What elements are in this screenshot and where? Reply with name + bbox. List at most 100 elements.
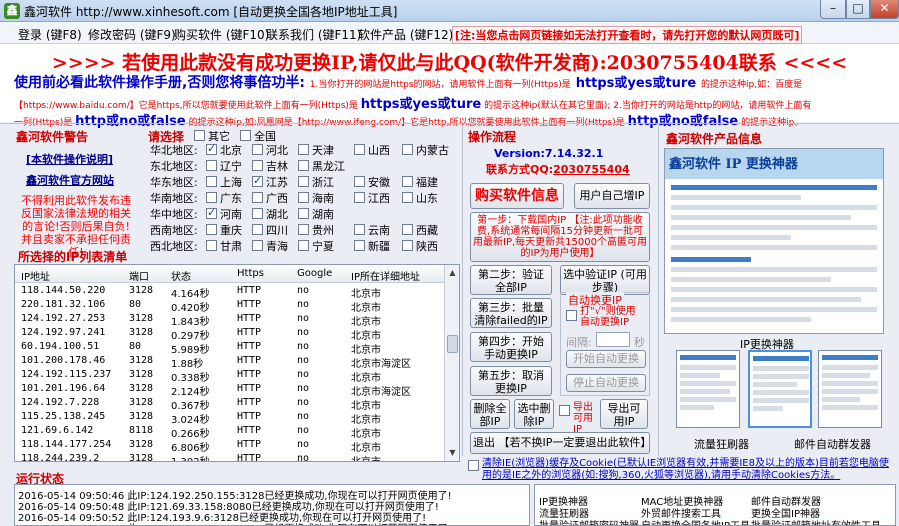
checkbox[interactable] — [354, 176, 365, 187]
scroll-up-icon[interactable]: ▲ — [445, 265, 459, 281]
region-option[interactable]: 北京 — [206, 142, 242, 158]
stop-auto-button[interactable]: 停止自动更换 — [566, 374, 646, 392]
clear-cache-checkbox[interactable] — [468, 459, 482, 473]
interval-input[interactable] — [596, 332, 630, 347]
scroll-thumb[interactable] — [447, 335, 458, 353]
checkbox[interactable] — [252, 192, 263, 203]
ip-table-scrollbar[interactable]: ▲ ▼ — [444, 265, 459, 461]
table-row[interactable]: 118.144.177.254 3128 6.806秒 HTTP no 北京市 — [15, 438, 445, 454]
menu-products[interactable]: 软件产品 (键F12) — [358, 26, 453, 43]
region-option[interactable]: 湖南 — [298, 206, 334, 222]
col-https[interactable]: Https — [237, 268, 264, 279]
table-row[interactable]: 101.200.178.46 3128 1.88秒 HTTP no 北京市海淀区 — [15, 354, 445, 370]
checkbox[interactable] — [252, 160, 263, 171]
region-option[interactable]: 辽宁 — [206, 158, 242, 174]
col-google[interactable]: Google — [297, 268, 332, 279]
flow-tool-thumbnail[interactable] — [676, 350, 740, 428]
step1-download-button[interactable]: 第一步：下载国内IP 【注:此项功能收费,系统通常每间隔15分钟更新一批可用最新… — [470, 212, 650, 262]
region-option[interactable]: 安徽 — [354, 174, 390, 190]
region-option[interactable]: 广西 — [252, 190, 288, 206]
region-option[interactable]: 黑龙江 — [298, 158, 345, 174]
checkbox[interactable] — [240, 130, 251, 141]
product-screenshot[interactable]: 鑫河软件 IP 更换神器 — [664, 148, 884, 334]
checkbox[interactable] — [206, 176, 217, 187]
manual-link[interactable]: [本软件操作说明] — [26, 151, 113, 167]
checkbox[interactable] — [252, 208, 263, 219]
region-option[interactable]: 陕西 — [402, 238, 438, 254]
region-option[interactable]: 内蒙古 — [402, 142, 449, 158]
start-auto-button[interactable]: 开始自动更换 — [566, 350, 646, 368]
checkbox[interactable] — [206, 224, 217, 235]
table-row[interactable]: 124.192.115.237 3128 0.338秒 HTTP no 北京市 — [15, 368, 445, 384]
region-option[interactable]: 贵州 — [298, 222, 334, 238]
contact-qq[interactable]: 2030755404 — [553, 163, 630, 176]
clear-cache-text[interactable]: 清除IE(浏览器)缓存及Cookie(已默认IE浏览器有效,并需要IE8及以上的… — [482, 458, 896, 482]
col-status[interactable]: 状态 — [171, 268, 191, 283]
table-row[interactable]: 124.192.7.228 3128 0.367秒 HTTP no 北京市 — [15, 396, 445, 412]
region-option[interactable]: 湖北 — [252, 206, 288, 222]
product-link[interactable]: 批量验证邮箱密码神器 — [539, 517, 639, 525]
checkbox[interactable] — [402, 224, 413, 235]
table-row[interactable]: 115.25.138.245 3128 3.024秒 HTTP no 北京市 — [15, 410, 445, 426]
checkbox[interactable] — [252, 224, 263, 235]
table-row[interactable]: 60.194.100.51 80 5.989秒 HTTP no 北京市 — [15, 340, 445, 356]
checkbox[interactable] — [298, 144, 309, 155]
checkbox[interactable] — [206, 206, 217, 219]
step2-verify-button[interactable]: 第二步：验证全部IP — [470, 265, 552, 295]
checkbox[interactable] — [298, 208, 309, 219]
table-row[interactable]: 124.192.97.241 3128 0.297秒 HTTP no 北京市 — [15, 326, 445, 342]
delete-all-button[interactable]: 删除全部IP — [470, 399, 510, 429]
checkbox[interactable] — [402, 192, 413, 203]
region-option[interactable]: 青海 — [252, 238, 288, 254]
close-button[interactable]: ✕ — [870, 0, 899, 19]
checkbox[interactable] — [252, 174, 263, 187]
menu-buy[interactable]: 购买软件 (键F10) — [174, 26, 269, 43]
region-option[interactable]: 甘肃 — [206, 238, 242, 254]
checkbox[interactable] — [298, 176, 309, 187]
checkbox[interactable] — [402, 176, 413, 187]
menu-contact[interactable]: 联系我们 (键F11) — [266, 26, 361, 43]
table-row[interactable]: 101.201.196.64 3128 2.124秒 HTTP no 北京市海淀区 — [15, 382, 445, 398]
checkbox[interactable] — [252, 144, 263, 155]
step5-cancel-button[interactable]: 第五步：取消更换IP — [470, 366, 552, 396]
checkbox[interactable] — [298, 160, 309, 171]
add-ip-button[interactable]: 用户自己增IP — [574, 183, 650, 209]
checkbox[interactable] — [206, 192, 217, 203]
maximize-button[interactable]: □ — [846, 0, 870, 19]
checkbox[interactable] — [206, 160, 217, 171]
exit-button[interactable]: 退出 【若不换IP一定要退出此软件】 — [470, 432, 650, 454]
region-option[interactable]: 海南 — [298, 190, 334, 206]
scroll-down-icon[interactable]: ▼ — [445, 445, 459, 461]
verify-selected-button[interactable]: 选中验证IP (可用步骤) — [560, 265, 650, 295]
region-option[interactable]: 浙江 — [298, 174, 334, 190]
mail-tool-thumbnail[interactable] — [818, 350, 882, 428]
region-option[interactable]: 吉林 — [252, 158, 288, 174]
log-box[interactable]: 2016-05-14 09:50:46 此IP:124.192.250.155:… — [14, 484, 530, 526]
checkbox[interactable] — [206, 142, 217, 155]
checkbox[interactable] — [194, 130, 205, 141]
region-option[interactable]: 云南 — [354, 222, 390, 238]
menu-login[interactable]: 登录 (键F8) — [18, 26, 82, 43]
checkbox[interactable] — [298, 224, 309, 235]
step3-clear-failed-button[interactable]: 第三步：批量清除failed的IP — [470, 298, 552, 328]
col-port[interactable]: 端口 — [129, 268, 149, 283]
region-option[interactable]: 河南 — [206, 206, 242, 222]
region-option[interactable]: 河北 — [252, 142, 288, 158]
checkbox[interactable] — [402, 240, 413, 251]
checkbox[interactable] — [354, 144, 365, 155]
region-option[interactable]: 天津 — [298, 142, 334, 158]
auto-change-checkbox[interactable] — [566, 309, 580, 323]
checkbox[interactable] — [298, 240, 309, 251]
export-checkbox[interactable] — [559, 404, 573, 418]
checkbox[interactable] — [252, 240, 263, 251]
checkbox[interactable] — [354, 240, 365, 251]
table-row[interactable]: 121.69.6.142 8118 0.266秒 HTTP no 北京市 — [15, 424, 445, 440]
region-option[interactable]: 重庆 — [206, 222, 242, 238]
table-row[interactable]: 118.244.239.2 3128 1.302秒 HTTP no 北京市 — [15, 452, 445, 461]
table-row[interactable]: 124.192.27.253 3128 1.843秒 HTTP no 北京市 — [15, 312, 445, 328]
region-option[interactable]: 福建 — [402, 174, 438, 190]
ip-table[interactable]: IP地址 端口 状态 Https Google IP所在详细地址 118.144… — [14, 264, 460, 462]
region-option[interactable]: 广东 — [206, 190, 242, 206]
col-ip[interactable]: IP地址 — [21, 268, 50, 283]
region-option[interactable]: 上海 — [206, 174, 242, 190]
